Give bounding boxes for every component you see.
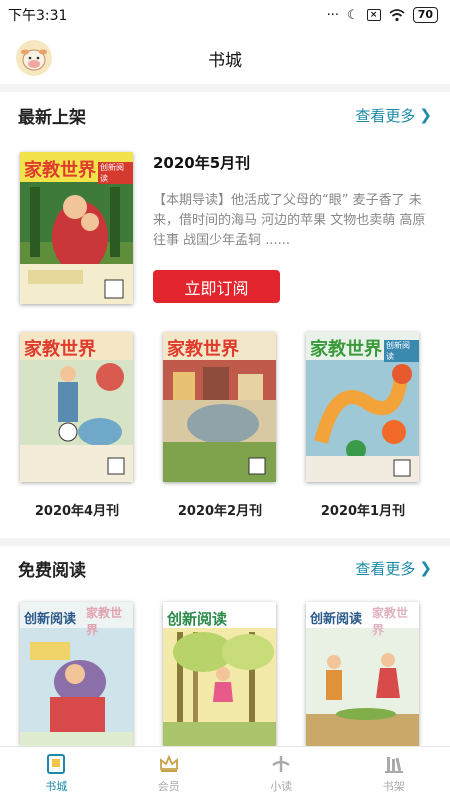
free-cover-1[interactable]: 创新阅读 家教世界 bbox=[20, 602, 133, 746]
battery-indicator: 70 bbox=[412, 7, 438, 23]
tab-reading[interactable]: 小读 bbox=[225, 747, 338, 800]
cover-masthead: 创新阅读 bbox=[310, 612, 363, 627]
wifi-icon bbox=[389, 9, 405, 22]
crown-icon bbox=[159, 754, 178, 772]
free-cover-2[interactable]: 创新阅读 bbox=[163, 602, 276, 746]
featured-magazine-cover[interactable]: 家教世界 创新阅读 bbox=[20, 152, 133, 304]
section-divider bbox=[0, 84, 450, 92]
cover-secondary-masthead: 家教世界 bbox=[372, 606, 409, 637]
cow-avatar-icon bbox=[21, 49, 47, 71]
moon-icon: ☾ bbox=[347, 7, 359, 23]
latest-section-header: 最新上架 查看更多 ❯ bbox=[0, 95, 450, 135]
tab-label: 书城 bbox=[45, 780, 68, 793]
top-bar: 书城 bbox=[0, 32, 450, 84]
view-more-free-link[interactable]: 查看更多 ❯ bbox=[355, 558, 432, 579]
page-title: 书城 bbox=[208, 50, 242, 71]
view-more-label: 查看更多 bbox=[355, 559, 416, 578]
cover-masthead: 创新阅读 bbox=[24, 612, 77, 627]
status-icons: ··· ☾ × 70 bbox=[327, 7, 438, 23]
tab-label: 小读 bbox=[270, 780, 293, 793]
no-sim-icon: × bbox=[366, 9, 381, 21]
chevron-right-icon: ❯ bbox=[419, 559, 432, 577]
bottom-tab-bar: 书城 会员 小读 书架 bbox=[0, 746, 450, 800]
cover-sub-masthead: 创新阅读 bbox=[384, 340, 419, 362]
tab-membership[interactable]: 会员 bbox=[113, 747, 226, 800]
issue-label-january[interactable]: 2020年1月刊 bbox=[293, 500, 433, 519]
free-cover-3[interactable]: 创新阅读 家教世界 bbox=[306, 602, 419, 746]
cover-masthead: 家教世界 bbox=[24, 160, 96, 181]
tab-bookstore[interactable]: 书城 bbox=[0, 747, 113, 800]
more-dots-icon: ··· bbox=[326, 7, 340, 23]
cover-sub-masthead: 创新阅读 bbox=[98, 162, 133, 184]
featured-description: 【本期导读】他活成了父母的“眼” 麦子香了 未来，借时间的海马 河边的苹果 文物… bbox=[153, 193, 426, 248]
cover-masthead: 家教世界 bbox=[24, 339, 96, 360]
cover-masthead: 家教世界 bbox=[167, 339, 239, 360]
subscribe-button[interactable]: 立即订阅 bbox=[153, 270, 280, 303]
view-more-latest-link[interactable]: 查看更多 ❯ bbox=[355, 105, 432, 126]
issue-label-april[interactable]: 2020年4月刊 bbox=[7, 500, 147, 519]
free-section-header: 免费阅读 查看更多 ❯ bbox=[0, 548, 450, 588]
avatar[interactable] bbox=[16, 40, 52, 76]
cover-masthead: 创新阅读 bbox=[167, 610, 228, 628]
view-more-label: 查看更多 bbox=[355, 106, 416, 125]
issue-cover-february[interactable]: 家教世界 bbox=[163, 332, 276, 482]
book-icon bbox=[47, 754, 66, 774]
pen-icon bbox=[272, 756, 290, 772]
tab-label: 书架 bbox=[382, 780, 405, 793]
status-bar: 下午3:31 ··· ☾ × 70 bbox=[0, 0, 450, 30]
featured-issue-title[interactable]: 2020年5月刊 bbox=[153, 152, 433, 173]
section-divider bbox=[0, 538, 450, 546]
shelf-icon bbox=[384, 757, 403, 773]
section-title-free: 免费阅读 bbox=[18, 560, 86, 581]
issue-cover-january[interactable]: 家教世界 创新阅读 bbox=[306, 332, 419, 482]
featured-info: 2020年5月刊 【本期导读】他活成了父母的“眼” 麦子香了 未来，借时间的海马… bbox=[153, 152, 433, 251]
issue-cover-april[interactable]: 家教世界 bbox=[20, 332, 133, 482]
section-title-latest: 最新上架 bbox=[18, 107, 86, 128]
tab-label: 会员 bbox=[157, 780, 180, 793]
cover-masthead: 家教世界 bbox=[310, 339, 382, 360]
status-time: 下午3:31 bbox=[8, 8, 68, 24]
cover-secondary-masthead: 家教世界 bbox=[86, 606, 123, 637]
issue-label-february[interactable]: 2020年2月刊 bbox=[150, 500, 290, 519]
chevron-right-icon: ❯ bbox=[419, 106, 432, 124]
tab-bookshelf[interactable]: 书架 bbox=[338, 747, 450, 800]
